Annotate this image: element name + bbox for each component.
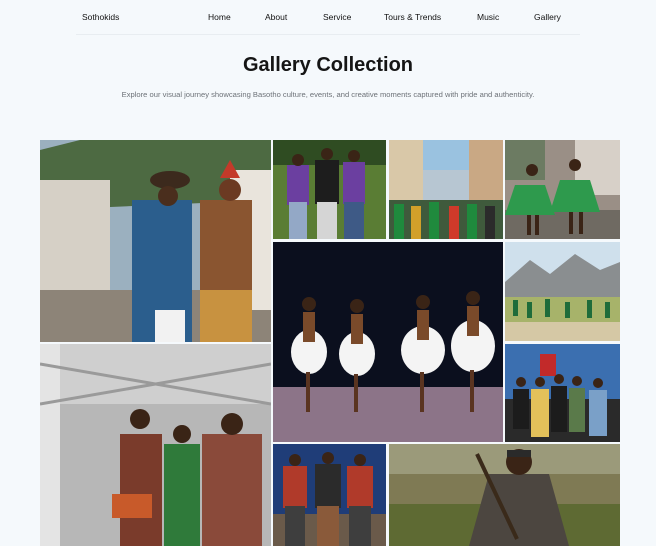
photo-image: [273, 140, 386, 239]
gallery-photo-three-people[interactable]: [273, 140, 386, 239]
gallery-photo-handshake[interactable]: [40, 140, 271, 342]
photo-image: [40, 140, 271, 342]
gallery-photo-green-dancers[interactable]: [505, 140, 620, 239]
gallery-photo-indoor-group[interactable]: [505, 344, 620, 442]
nav-link-gallery[interactable]: Gallery: [534, 12, 561, 22]
nav-link-tours-trends[interactable]: Tours & Trends: [384, 12, 441, 22]
nav-divider: [76, 34, 580, 35]
page-title: Gallery Collection: [242, 54, 414, 76]
photo-image: [40, 344, 271, 546]
gallery-photo-street-festival[interactable]: [389, 140, 503, 239]
top-nav: Sothokids Home About Service Tours & Tre…: [0, 0, 656, 34]
photo-image: [505, 242, 620, 341]
nav-link-home[interactable]: Home: [208, 12, 231, 22]
nav-link-service[interactable]: Service: [323, 12, 351, 22]
photo-image: [389, 444, 620, 546]
gallery-photo-mountain-field[interactable]: [505, 242, 620, 341]
nav-link-music[interactable]: Music: [477, 12, 499, 22]
photo-image: [389, 140, 503, 239]
gallery-photo-musicians[interactable]: [40, 344, 271, 546]
photo-image: [273, 444, 386, 546]
gallery-photo-stage-dancers[interactable]: [273, 242, 503, 442]
page-subtitle: Explore our visual journey showcasing Ba…: [121, 90, 535, 99]
photo-image: [505, 344, 620, 442]
gallery-photo-red-shirts[interactable]: [273, 444, 386, 546]
gallery-photo-man-in-blanket[interactable]: [389, 444, 620, 546]
nav-link-about[interactable]: About: [265, 12, 287, 22]
photo-image: [505, 140, 620, 239]
photo-image: [273, 242, 503, 442]
brand-logo-text[interactable]: Sothokids: [82, 12, 119, 22]
